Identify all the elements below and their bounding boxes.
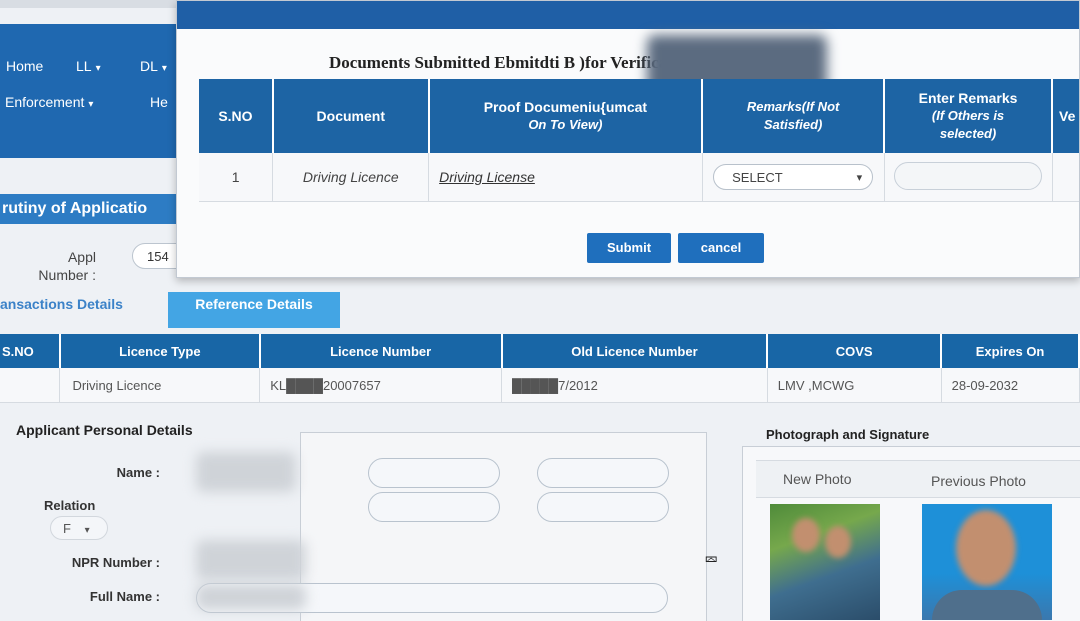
chevron-down-icon: ▾: [161, 63, 167, 74]
nav-dl[interactable]: DL ▾: [140, 58, 167, 74]
submit-button[interactable]: Submit: [587, 233, 671, 263]
previous-photo-label: Previous Photo: [931, 473, 1026, 489]
modal-title-bar: [177, 1, 1079, 29]
modal-title: Documents Submitted Ebmitdti B )for Veri…: [329, 53, 696, 72]
blurred-face: [792, 518, 820, 552]
previous-photo: [922, 504, 1052, 620]
licence-table: S.NO Licence Type Licence Number Old Lic…: [0, 334, 1080, 403]
chevron-down-icon: ▾: [88, 99, 94, 110]
name-field-1[interactable]: [368, 458, 500, 488]
col-remarks: Remarks(If Not Satisfied): [702, 79, 886, 153]
full-name-label: Full Name :: [89, 589, 160, 604]
cell-sno: [0, 368, 61, 403]
cell-old-licence-number: █████7/2012: [501, 368, 768, 403]
photo-header-row: New Photo Previous Photo: [756, 460, 1080, 498]
col-document: Document: [272, 79, 430, 153]
cell-document: Driving Licence: [272, 153, 430, 202]
name-field-2[interactable]: [537, 458, 669, 488]
name-field-4[interactable]: [537, 492, 669, 522]
col-enter-remarks: Enter Remarks (If Others is selected): [884, 79, 1054, 153]
col-proof-document: Proof Documeniu{umcat On To View): [428, 79, 704, 153]
personal-details-title: Applicant Personal Details: [16, 422, 193, 438]
redacted-npr: [196, 540, 306, 580]
col-extra: Ve: [1052, 79, 1079, 153]
cell-licence-type: Driving Licence: [59, 368, 261, 403]
cell-proof: Driving License: [428, 153, 703, 202]
shirt-shape: [932, 590, 1042, 620]
enter-remarks-input[interactable]: [894, 161, 1043, 190]
cancel-button[interactable]: cancel: [678, 233, 764, 263]
nav-help[interactable]: He: [150, 94, 168, 110]
main-nav: Home LL ▾ DL ▾ Enforcement ▾ He: [0, 24, 180, 158]
tab-transactions-details[interactable]: ansactions Details: [0, 292, 123, 328]
col-sno: S.NO: [199, 79, 274, 153]
tab-reference-details[interactable]: Reference Details: [168, 292, 340, 328]
mouse-cursor-icon: ⮹: [704, 550, 719, 570]
col-expires-on: Expires On: [941, 334, 1080, 368]
cell-expires-on: 28-09-2032: [941, 368, 1080, 403]
redacted-full-name: [196, 584, 306, 610]
cell-sno: 1: [199, 153, 274, 202]
col-licence-number: Licence Number: [259, 334, 503, 368]
table-row: 1 Driving Licence Driving License SELECT…: [199, 153, 1079, 202]
npr-number-label: NPR Number :: [71, 555, 160, 570]
remarks-select[interactable]: SELECT ▾: [713, 164, 874, 190]
col-covs: COVS: [767, 334, 943, 368]
chevron-down-icon: ▾: [95, 63, 101, 74]
nav-ll[interactable]: LL ▾: [76, 58, 101, 74]
proof-document-link[interactable]: Driving License: [439, 169, 535, 185]
chevron-down-icon: ▾: [84, 525, 90, 536]
blurred-face: [956, 510, 1016, 586]
col-old-licence-number: Old Licence Number: [501, 334, 769, 368]
verification-modal: Documents Submitted Ebmitdti B )for Veri…: [176, 0, 1080, 278]
chevron-down-icon: ▾: [856, 172, 863, 184]
col-licence-type: Licence Type: [59, 334, 261, 368]
table-header-row: S.NO Document Proof Documeniu{umcat On T…: [199, 79, 1079, 153]
col-sno: S.NO: [0, 334, 61, 368]
blurred-face: [825, 526, 851, 558]
relation-select[interactable]: F ▾: [50, 516, 108, 540]
cell-remarks: SELECT ▾: [702, 153, 885, 202]
cell-extra: [1052, 153, 1079, 202]
photo-signature-title: Photograph and Signature: [766, 427, 930, 442]
cell-covs: LMV ,MCWG: [767, 368, 942, 403]
name-label: Name :: [116, 465, 160, 480]
detail-tabs: ansactions Details Reference Details: [0, 292, 1080, 328]
cell-licence-number: KL████20007657: [259, 368, 503, 403]
documents-table: S.NO Document Proof Documeniu{umcat On T…: [199, 79, 1079, 202]
cell-enter-remarks: [884, 153, 1053, 202]
new-photo-label: New Photo: [783, 471, 852, 487]
table-header-row: S.NO Licence Type Licence Number Old Lic…: [0, 334, 1080, 368]
new-photo: [770, 504, 880, 620]
nav-home[interactable]: Home: [6, 58, 43, 74]
relation-label: Relation: [44, 498, 96, 513]
name-field-3[interactable]: [368, 492, 500, 522]
nav-enforcement[interactable]: Enforcement ▾: [5, 94, 93, 110]
table-row: Driving Licence KL████20007657 █████7/20…: [0, 368, 1080, 403]
redacted-name: [196, 452, 296, 492]
appl-number-label: Appl Number :: [38, 249, 96, 283]
section-title: rutiny of Applicatio: [0, 194, 180, 224]
